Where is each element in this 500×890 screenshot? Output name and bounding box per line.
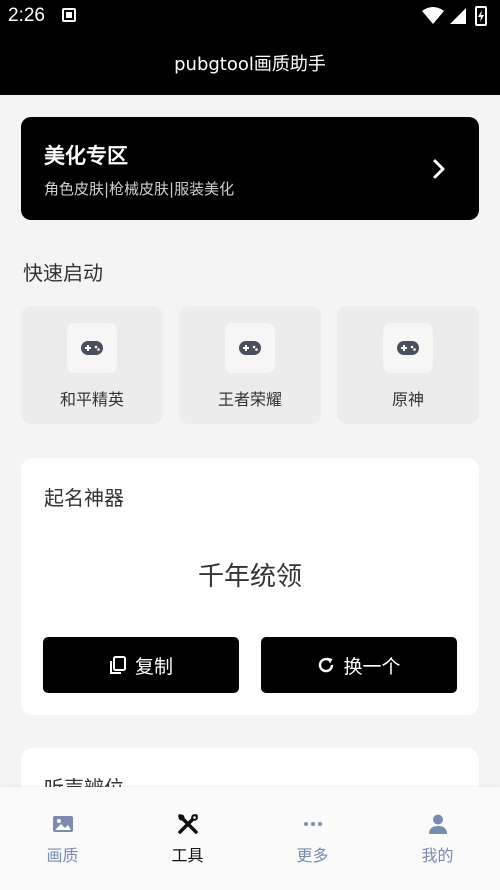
notification-icon: [62, 8, 76, 22]
tab-label: 更多: [296, 846, 329, 865]
copy-icon: [109, 656, 126, 674]
tab-profile[interactable]: 我的: [375, 787, 500, 890]
beauty-zone-card[interactable]: 美化专区 角色皮肤|枪械皮肤|服装美化: [21, 117, 479, 220]
launch-item-label: 原神: [391, 390, 424, 409]
user-icon: [428, 814, 447, 834]
more-icon: [303, 822, 322, 826]
launch-item-honor-of-kings[interactable]: 王者荣耀: [179, 306, 321, 424]
launch-item-peace-elite[interactable]: 和平精英: [21, 306, 163, 424]
beauty-zone-title: 美化专区: [44, 144, 128, 168]
tab-more[interactable]: 更多: [250, 787, 375, 890]
quick-launch-title: 快速启动: [23, 261, 103, 285]
copy-button[interactable]: 复制: [43, 637, 239, 693]
refresh-button[interactable]: 换一个: [261, 637, 457, 693]
bottom-tab-bar: 画质 工具 更多 我的: [0, 787, 500, 890]
refresh-icon: [319, 657, 334, 673]
tab-tools[interactable]: 工具: [125, 787, 250, 890]
status-time: 2:26: [8, 5, 45, 26]
launch-item-genshin[interactable]: 原神: [337, 306, 479, 424]
name-generator-card: 起名神器 千年统领 复制 换一个: [21, 458, 479, 715]
tab-label: 我的: [421, 846, 454, 865]
gamepad-icon: [81, 341, 103, 355]
beauty-zone-subtitle: 角色皮肤|枪械皮肤|服装美化: [44, 180, 235, 198]
tools-icon: [177, 814, 198, 834]
copy-label: 复制: [134, 655, 173, 678]
launch-item-label: 和平精英: [59, 390, 124, 409]
tab-image-quality[interactable]: 画质: [0, 787, 125, 890]
launch-item-label: 王者荣耀: [217, 390, 282, 409]
status-bar: 2:26: [0, 0, 500, 34]
system-status-icons: [422, 6, 487, 26]
gamepad-icon: [239, 341, 261, 355]
tab-label: 画质: [46, 846, 79, 865]
app-title: pubgtool画质助手: [174, 54, 326, 75]
image-icon: [52, 816, 73, 832]
generated-name: 千年统领: [197, 562, 302, 592]
gamepad-icon: [397, 341, 419, 355]
name-generator-title: 起名神器: [44, 486, 124, 510]
refresh-label: 换一个: [343, 655, 401, 678]
app-title-bar: pubgtool画质助手: [0, 34, 500, 95]
tab-label: 工具: [171, 846, 204, 865]
chevron-right-icon: [433, 159, 445, 179]
